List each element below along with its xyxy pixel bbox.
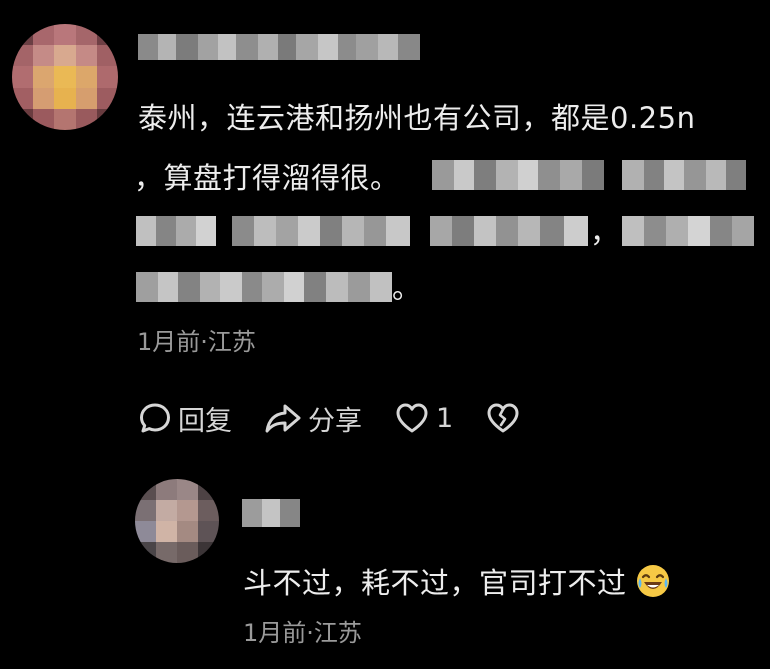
redacted-text (622, 216, 754, 246)
heart-icon (394, 401, 430, 435)
redacted-text (622, 160, 746, 190)
comma: ， (590, 215, 620, 249)
redacted-text (232, 216, 410, 246)
avatar[interactable] (135, 479, 219, 563)
reply-timestamp-location: 1月前·江苏 (243, 619, 362, 647)
like-button[interactable]: 1 (394, 401, 453, 435)
reply-text: 斗不过，耗不过，官司打不过 (243, 563, 671, 603)
share-arrow-icon (264, 401, 302, 435)
reply-button[interactable]: 回复 (138, 399, 232, 438)
comment-timestamp-location: 1月前·江苏 (137, 328, 256, 356)
chat-bubble-icon (138, 401, 172, 435)
avatar[interactable] (12, 24, 118, 130)
share-label: 分享 (308, 405, 362, 437)
share-button[interactable]: 分享 (264, 399, 362, 438)
username-redacted[interactable] (138, 34, 420, 60)
comment-main: 泰州，连云港和扬州也有公司，都是0.25n ，算盘打得溜得很。 ， 。 1月前·… (0, 0, 770, 460)
comment-actions: 回复 分享 1 (138, 395, 553, 441)
username-redacted[interactable] (242, 499, 300, 527)
redacted-text (136, 216, 216, 246)
period: 。 (392, 271, 422, 305)
like-count: 1 (436, 402, 454, 434)
reply-text-content: 斗不过，耗不过，官司打不过 (243, 566, 627, 600)
comment-text-line-1: 泰州，连云港和扬州也有公司，都是0.25n (138, 101, 696, 135)
comment-text-line-2: ，算盘打得溜得很。 (134, 161, 400, 195)
dislike-button[interactable] (485, 401, 521, 435)
redacted-text (432, 160, 604, 190)
crying-laughing-face-emoji (635, 563, 671, 599)
redacted-text (136, 272, 392, 302)
reply-label: 回复 (178, 405, 232, 437)
broken-heart-icon (485, 401, 521, 435)
redacted-text (430, 216, 588, 246)
